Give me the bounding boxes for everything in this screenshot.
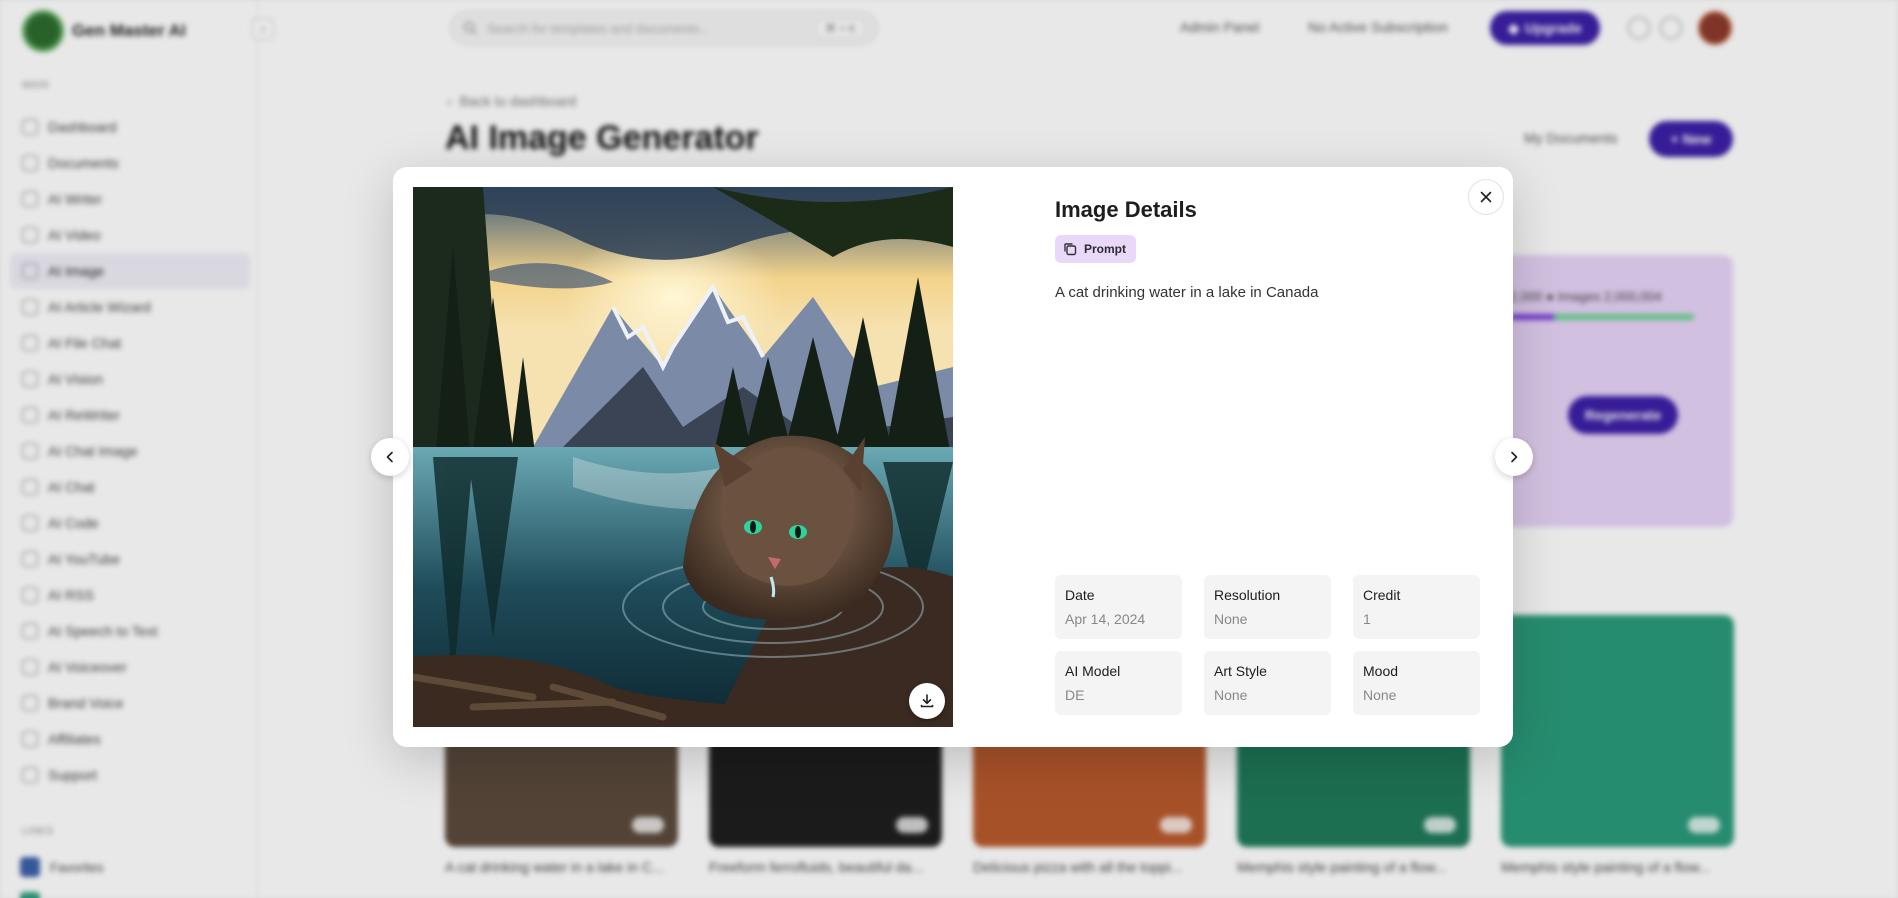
- meta-value: DE: [1065, 687, 1085, 703]
- meta-value: None: [1214, 687, 1248, 703]
- meta-label: Credit: [1363, 587, 1401, 603]
- meta-card-resolution: Resolution None: [1204, 575, 1331, 639]
- download-icon: [920, 694, 934, 708]
- meta-card-credit: Credit 1: [1353, 575, 1480, 639]
- prompt-copy-button[interactable]: Prompt: [1055, 235, 1136, 263]
- prompt-text: A cat drinking water in a lake in Canada: [1055, 284, 1319, 301]
- previous-image-button[interactable]: [371, 438, 409, 476]
- copy-icon: [1064, 243, 1077, 256]
- meta-value: None: [1214, 611, 1248, 627]
- meta-label: Mood: [1363, 663, 1399, 679]
- close-icon: [1480, 191, 1492, 203]
- meta-card-date: Date Apr 14, 2024: [1055, 575, 1182, 639]
- meta-value: Apr 14, 2024: [1065, 611, 1146, 627]
- meta-label: Resolution: [1214, 587, 1281, 603]
- next-image-button[interactable]: [1495, 438, 1533, 476]
- meta-value: None: [1363, 687, 1397, 703]
- cat-lake-image: [413, 187, 953, 727]
- meta-value: 1: [1363, 611, 1371, 627]
- close-button[interactable]: [1468, 179, 1504, 215]
- image-metadata-grid: Date Apr 14, 2024 Resolution None Credit 1 AI …: [1055, 575, 1480, 715]
- meta-label: AI Model: [1065, 663, 1121, 679]
- download-button[interactable]: [909, 683, 945, 719]
- meta-card-mood: Mood None: [1353, 651, 1480, 715]
- meta-label: Date: [1065, 587, 1095, 603]
- meta-label: Art Style: [1214, 663, 1267, 679]
- meta-card-art-style: Art Style None: [1204, 651, 1331, 715]
- chevron-left-icon: [386, 451, 393, 463]
- generated-image: [413, 187, 953, 727]
- chevron-right-icon: [1511, 451, 1518, 463]
- image-details-modal: Image Details Prompt A cat drinking wate…: [393, 167, 1513, 747]
- modal-title: Image Details: [1055, 197, 1197, 222]
- meta-card-ai-model: AI Model DE: [1055, 651, 1182, 715]
- prompt-badge-label: Prompt: [1084, 242, 1126, 256]
